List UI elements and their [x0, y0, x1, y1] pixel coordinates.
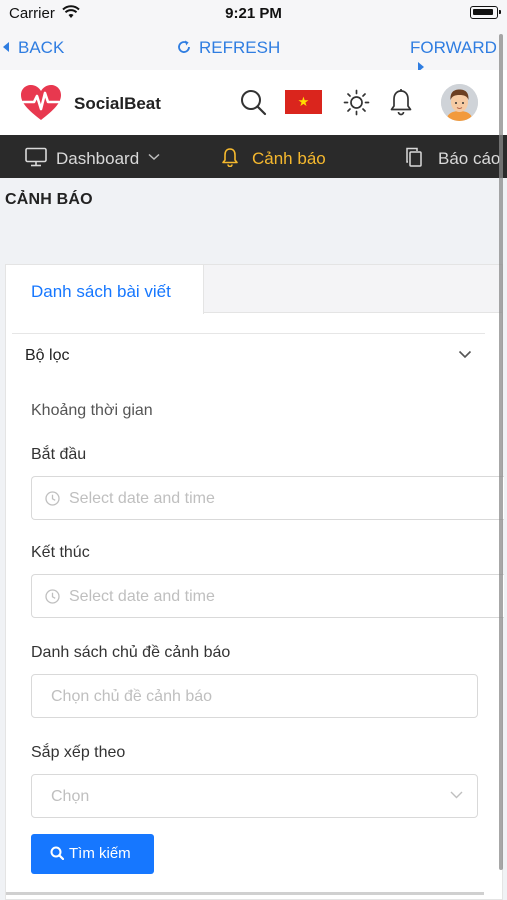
end-label: Kết thúc [31, 544, 90, 561]
filter-card: Danh sách bài viết Bộ lọc Khoảng thời gi… [5, 264, 504, 900]
forward-label: FORWARD [410, 38, 497, 57]
refresh-icon [178, 40, 190, 53]
chevron-down-icon [148, 153, 160, 161]
nav-item-dashboard[interactable]: Dashboard [25, 147, 160, 169]
page-title: CẢNH BÁO [5, 191, 93, 208]
back-button[interactable]: BACK [2, 38, 64, 58]
file-copy-icon [406, 147, 422, 167]
time-range-label: Khoảng thời gian [31, 402, 153, 419]
app-header: SocialBeat ★ [0, 70, 507, 135]
refresh-button[interactable]: REFRESH [176, 38, 280, 58]
topics-select[interactable]: Chọn chủ đề cảnh báo [31, 674, 478, 718]
refresh-label: REFRESH [199, 38, 281, 57]
start-date-picker[interactable]: Select date and time [31, 476, 504, 520]
start-placeholder: Select date and time [69, 490, 215, 507]
bell-icon [222, 148, 238, 168]
nav-dashboard-label: Dashboard [56, 149, 140, 168]
scroll-indicator[interactable] [499, 34, 503, 870]
search-icon [50, 846, 64, 860]
monitor-icon [25, 147, 47, 167]
nav-alert-label: Cảnh báo [252, 149, 326, 168]
nav-item-report[interactable]: Báo cáo [405, 147, 500, 169]
filter-collapse-header[interactable]: Bộ lọc [12, 333, 485, 377]
chevron-down-icon [458, 350, 472, 359]
tab-post-list[interactable]: Danh sách bài viết [6, 265, 204, 314]
avatar[interactable] [441, 84, 478, 121]
card-divider [6, 892, 484, 895]
start-label: Bắt đầu [31, 446, 87, 463]
sort-label: Sắp xếp theo [31, 744, 126, 761]
sort-select[interactable]: Chọn [31, 774, 478, 818]
bell-icon[interactable] [389, 88, 413, 116]
search-icon[interactable] [239, 88, 267, 116]
topics-placeholder: Chọn chủ đề cảnh báo [51, 688, 213, 705]
nav-item-alert[interactable]: Cảnh báo [221, 147, 326, 169]
battery-icon [470, 6, 501, 19]
end-date-picker[interactable]: Select date and time [31, 574, 504, 618]
status-time: 9:21 PM [225, 5, 282, 22]
filter-title: Bộ lọc [25, 347, 70, 364]
flag-star: ★ [297, 94, 310, 109]
chevron-down-icon [450, 791, 463, 799]
back-arrow-icon [3, 42, 9, 52]
clock-icon [45, 491, 60, 506]
search-button[interactable]: Tìm kiếm [31, 834, 154, 874]
brand-name: SocialBeat [74, 94, 161, 113]
sun-icon[interactable] [343, 89, 370, 116]
browser-nav: BACK REFRESH FORWARD [0, 26, 507, 72]
sort-placeholder: Chọn [51, 788, 90, 805]
clock-icon [45, 589, 60, 604]
vietnam-flag-icon[interactable]: ★ [285, 90, 322, 114]
tab-bar: Danh sách bài viết [6, 265, 502, 314]
nav-report-label: Báo cáo [438, 149, 501, 168]
back-label: BACK [18, 38, 65, 57]
top-nav: Dashboard Cảnh báo Báo cáo [0, 135, 507, 178]
topics-label: Danh sách chủ đề cảnh báo [31, 644, 231, 661]
avatar-face-icon [441, 84, 478, 121]
status-bar: Carrier 9:21 PM [0, 0, 507, 26]
end-placeholder: Select date and time [69, 588, 215, 605]
search-button-label: Tìm kiếm [69, 845, 131, 862]
heart-pulse-logo-icon[interactable] [20, 84, 62, 122]
